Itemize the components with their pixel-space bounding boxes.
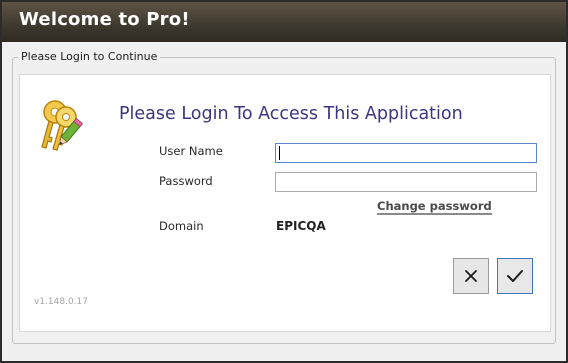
username-input[interactable]: [275, 143, 537, 163]
keys-icon: [41, 100, 84, 151]
password-input[interactable]: [275, 172, 537, 192]
cancel-button[interactable]: [453, 258, 489, 294]
groupbox-legend: Please Login to Continue: [18, 50, 161, 63]
password-label: Password: [159, 174, 213, 188]
text-caret: [279, 146, 280, 160]
version-label: v1.148.0.17: [34, 297, 88, 307]
login-window: Welcome to Pro! Please Login to Continue…: [0, 0, 568, 363]
login-heading: Please Login To Access This Application: [119, 104, 463, 124]
login-button[interactable]: [497, 258, 533, 294]
domain-label: Domain: [159, 219, 204, 233]
checkmark-icon: [507, 270, 523, 282]
change-password-link[interactable]: Change password: [377, 199, 492, 215]
title-bar: Welcome to Pro!: [2, 2, 566, 42]
window-title: Welcome to Pro!: [19, 9, 190, 30]
username-label: User Name: [159, 144, 223, 158]
domain-value: EPICQA: [276, 219, 326, 233]
close-icon: [465, 270, 477, 282]
